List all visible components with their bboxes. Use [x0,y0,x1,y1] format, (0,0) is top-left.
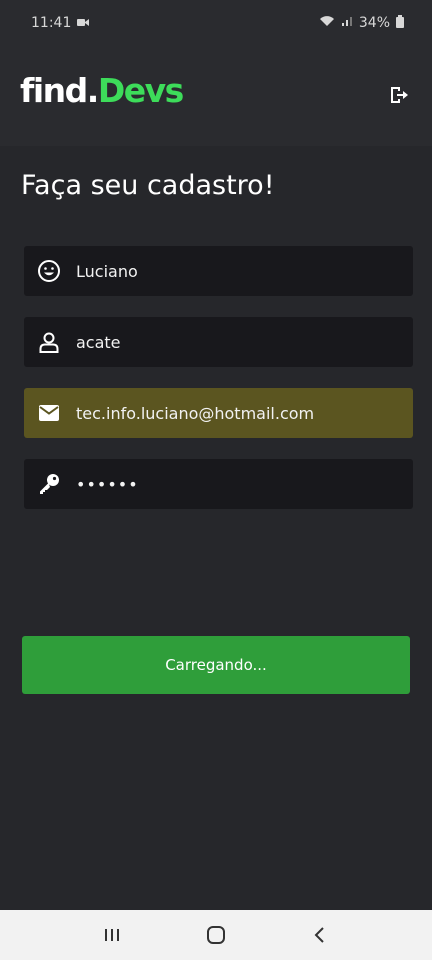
recent-apps-button[interactable] [92,915,132,955]
wifi-icon [319,15,335,31]
recent-apps-icon [105,929,119,941]
battery-icon [396,14,404,32]
user-icon [36,329,62,355]
video-recording-icon [77,15,90,31]
password-field[interactable] [24,459,413,509]
app-header: find.Devs [0,46,432,146]
logout-icon [391,87,408,103]
key-icon [36,471,62,497]
username-field[interactable] [24,317,413,367]
status-time: 11:41 [31,15,72,31]
password-input[interactable] [76,474,413,494]
app-logo: find.Devs [20,71,184,110]
page-title: Faça seu cadastro! [21,170,275,201]
submit-button[interactable]: Carregando... [22,636,410,694]
battery-level: 34% [358,15,390,31]
status-left: 11:41 [31,15,90,31]
signal-icon [341,15,353,31]
username-input[interactable] [76,332,413,352]
logo-devs: Devs [97,71,184,110]
logo-find: find. [20,71,99,110]
email-input[interactable] [76,403,413,423]
name-input[interactable] [76,261,413,281]
home-button[interactable] [196,915,236,955]
mail-icon [36,400,62,426]
status-right: 34% [319,14,404,32]
back-icon [314,927,324,943]
smiley-icon [36,258,62,284]
status-bar: 11:41 34% [0,0,432,46]
name-field[interactable] [24,246,413,296]
back-button[interactable] [300,915,340,955]
email-field[interactable] [24,388,413,438]
logout-button[interactable] [386,82,412,108]
system-nav-bar [0,910,432,960]
home-icon [207,926,225,944]
